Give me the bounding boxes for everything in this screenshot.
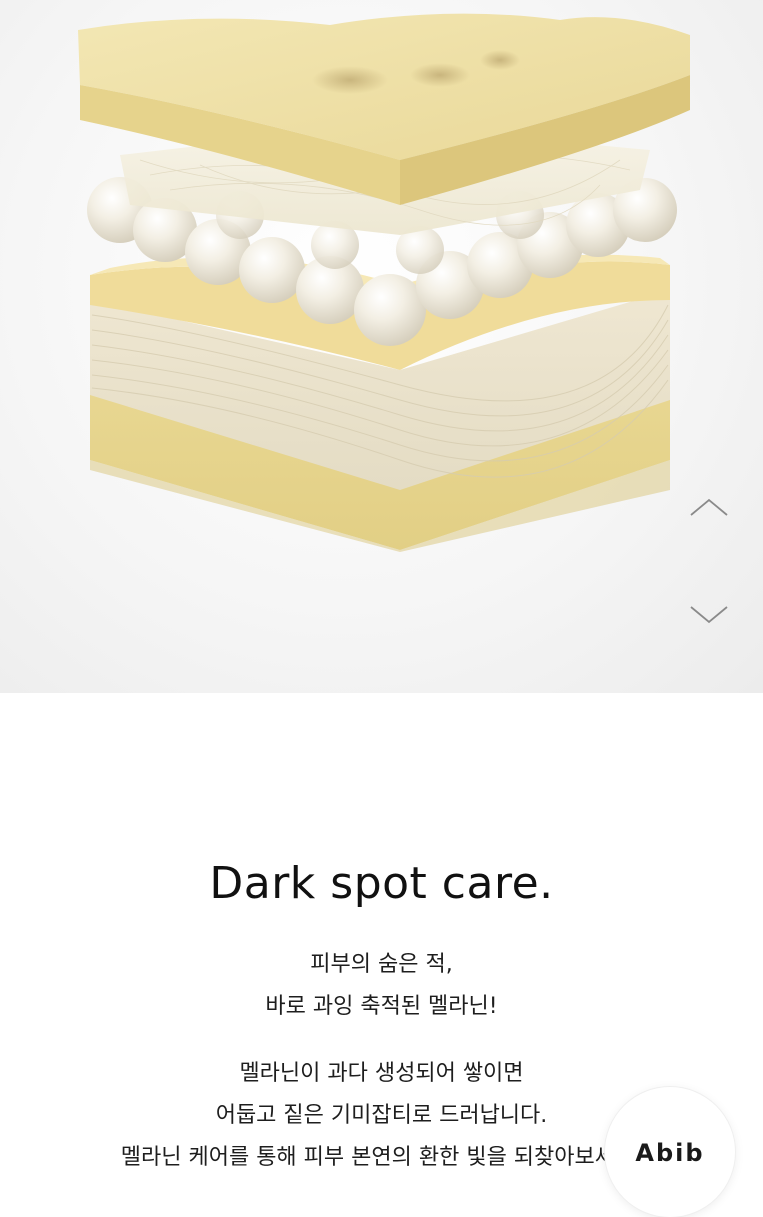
hero-image [0,0,763,693]
abib-brand-badge[interactable]: Abib [605,1087,735,1217]
brand-label: Abib [635,1139,705,1167]
intro-line: 바로 과잉 축적된 멜라닌! [265,994,498,1019]
body-line: 멜라닌이 과다 생성되어 쌓이면 [239,1061,524,1086]
section-headline: Dark spot care. [209,858,554,909]
scroll-down-button[interactable] [687,600,731,630]
chevron-down-icon [690,606,728,624]
chevron-up-icon [690,498,728,516]
scroll-up-button[interactable] [687,492,731,522]
skin-layers-illustration [78,13,690,552]
intro-paragraph: 피부의 숨은 적, 바로 과잉 축적된 멜라닌! [0,944,763,1028]
intro-line: 피부의 숨은 적, [310,952,453,977]
